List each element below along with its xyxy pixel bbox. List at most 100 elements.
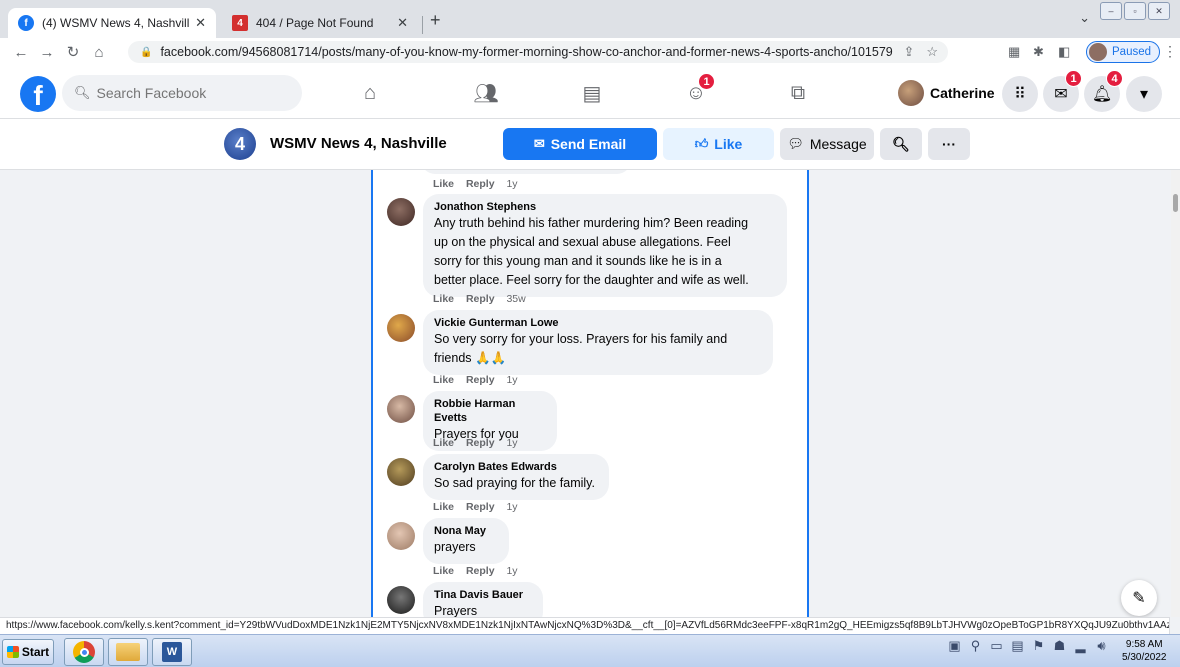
comment-timestamp[interactable]: 1y	[506, 374, 517, 386]
avatar[interactable]	[387, 586, 415, 614]
taskbar-clock[interactable]: 9:58 AM 5/30/2022	[1122, 638, 1167, 664]
comment-timestamp[interactable]: 1y	[506, 178, 517, 190]
avatar[interactable]	[387, 314, 415, 342]
comment-timestamp[interactable]: 1y	[506, 501, 517, 513]
comment-author[interactable]: Carolyn Bates Edwards	[434, 460, 598, 474]
messenger-icon: 💬︎	[787, 136, 804, 151]
paused-label: Paused	[1112, 46, 1152, 58]
comment-text: Prayers	[434, 604, 478, 617]
comment-author[interactable]: Nona May	[434, 524, 498, 538]
profile-paused-button[interactable]: Paused	[1086, 41, 1161, 63]
tray-alert-icon[interactable]: ⚑	[1030, 637, 1047, 654]
page-title[interactable]: WSMV News 4, Nashville	[270, 135, 447, 152]
like-page-button[interactable]: 👍︎ Like	[663, 128, 774, 160]
tray-clipboard-icon[interactable]: ▣	[946, 637, 963, 654]
comment-actions: Like Reply 1y	[433, 501, 518, 513]
comment-timestamp[interactable]: 1y	[506, 565, 517, 577]
gaming-icon[interactable]: ⧉	[784, 80, 812, 106]
extensions-puzzle-icon[interactable]: ✱	[1033, 44, 1044, 60]
tray-network-icon[interactable]: ⚲	[967, 637, 984, 654]
reply-comment-link[interactable]: Reply	[466, 293, 495, 305]
comment-timestamp[interactable]: 1y	[506, 437, 517, 449]
notifications-badge: 4	[1106, 70, 1123, 87]
like-comment-link[interactable]: Like	[433, 501, 454, 513]
page-logo[interactable]: 4	[224, 128, 256, 160]
url-omnibox[interactable]: 🔒 facebook.com/94568081714/posts/many-of…	[128, 41, 948, 63]
send-email-label: Send Email	[550, 136, 627, 152]
reply-comment-link[interactable]: Reply	[466, 178, 495, 190]
search-input[interactable]	[96, 85, 287, 101]
browser-menu-icon[interactable]: ⋮	[1163, 43, 1177, 60]
share-icon[interactable]: ⇪	[903, 44, 914, 60]
page-scrollbar[interactable]	[1171, 170, 1180, 617]
comment-bubble: Carolyn Bates Edwards So sad praying for…	[423, 454, 609, 500]
close-icon[interactable]: ✕	[195, 15, 206, 31]
avatar[interactable]	[387, 198, 415, 226]
file-explorer-taskbar-icon[interactable]	[108, 638, 148, 666]
facebook-logo-icon[interactable]: f	[20, 76, 56, 112]
tray-user-icon[interactable]: ☗	[1051, 637, 1068, 654]
forward-arrow-icon[interactable]: →	[34, 44, 60, 61]
comment-bubble: Jonathon Stephens Any truth behind his f…	[423, 194, 787, 297]
groups-badge: 1	[698, 73, 715, 90]
tray-signal-icon[interactable]: ▂	[1072, 637, 1089, 654]
comment-timestamp[interactable]: 35w	[506, 293, 525, 305]
close-window-button[interactable]: ✕	[1148, 2, 1170, 20]
comment-author[interactable]: Vickie Gunterman Lowe	[434, 316, 762, 330]
home-icon[interactable]: ⌂	[86, 44, 112, 61]
more-options-button[interactable]: ···	[928, 128, 970, 160]
search-box[interactable]: 🔍︎	[62, 75, 302, 111]
start-button[interactable]: Start	[2, 639, 54, 665]
page-search-button[interactable]: 🔍︎	[880, 128, 922, 160]
tab-wsmv-posts[interactable]: f (4) WSMV News 4, Nashville - Posts ✕	[8, 8, 216, 38]
close-icon[interactable]: ✕	[397, 15, 408, 31]
word-taskbar-icon[interactable]: W	[152, 638, 192, 666]
reply-comment-link[interactable]: Reply	[466, 501, 495, 513]
comment-author[interactable]: Tina Davis Bauer	[434, 588, 532, 602]
tray-volume-icon[interactable]: 🔊︎	[1093, 637, 1110, 654]
avatar[interactable]	[387, 522, 415, 550]
windows-logo-icon	[6, 646, 19, 658]
marketplace-icon[interactable]: ▤	[578, 80, 606, 106]
new-message-compose-icon[interactable]: ✎	[1121, 580, 1157, 616]
tab-404-page[interactable]: 4 404 / Page Not Found ✕	[222, 8, 418, 38]
tab-title: (4) WSMV News 4, Nashville - Posts	[42, 16, 190, 30]
message-button[interactable]: 💬︎ Message	[780, 128, 874, 160]
maximize-button[interactable]: ▫	[1124, 2, 1146, 20]
tray-monitor-icon[interactable]: ▭	[988, 637, 1005, 654]
like-comment-link[interactable]: Like	[433, 565, 454, 577]
side-panel-icon[interactable]: ◧	[1058, 44, 1070, 60]
like-comment-link[interactable]: Like	[433, 293, 454, 305]
profile-button[interactable]: Catherine	[898, 80, 995, 106]
reply-comment-link[interactable]: Reply	[466, 437, 495, 449]
comment-author[interactable]: Robbie Harman Evetts	[434, 397, 546, 425]
account-dropdown-icon[interactable]: ▾	[1126, 76, 1162, 112]
minimize-button[interactable]: –	[1100, 2, 1122, 20]
home-nav-icon[interactable]: ⌂	[356, 80, 384, 106]
avatar[interactable]	[387, 458, 415, 486]
like-comment-link[interactable]: Like	[433, 437, 454, 449]
profile-name: Catherine	[930, 85, 995, 101]
comment-text: friends 🙏🙏	[434, 351, 507, 365]
back-arrow-icon[interactable]: ←	[8, 44, 34, 61]
menu-grid-icon[interactable]: ⠿	[1002, 76, 1038, 112]
comment-bubble: Nona May prayers	[423, 518, 509, 564]
scrollbar-thumb[interactable]	[1173, 194, 1178, 212]
like-comment-link[interactable]: Like	[433, 178, 454, 190]
friends-icon[interactable]: 👥︎	[472, 80, 500, 106]
extension-icon[interactable]: ▦	[1008, 44, 1020, 60]
bookmark-star-icon[interactable]: ☆	[926, 44, 938, 60]
like-comment-link[interactable]: Like	[433, 374, 454, 386]
tray-display-icon[interactable]: ▤	[1009, 637, 1026, 654]
windows-taskbar: Start W ▣ ⚲ ▭ ▤ ⚑ ☗ ▂ 🔊︎ 9:58 AM 5/30/20…	[0, 634, 1180, 667]
tab-search-chevron-icon[interactable]: ⌄	[1079, 10, 1090, 26]
reload-icon[interactable]: ↻	[60, 43, 86, 61]
reply-comment-link[interactable]: Reply	[466, 565, 495, 577]
send-email-button[interactable]: ✉ Send Email	[503, 128, 657, 160]
avatar[interactable]	[387, 395, 415, 423]
reply-comment-link[interactable]: Reply	[466, 374, 495, 386]
new-tab-button[interactable]: +	[430, 10, 441, 31]
chrome-taskbar-icon[interactable]	[64, 638, 104, 666]
comment-author[interactable]: Jonathon Stephens	[434, 200, 776, 214]
window-controls: – ▫ ✕	[1100, 2, 1170, 20]
